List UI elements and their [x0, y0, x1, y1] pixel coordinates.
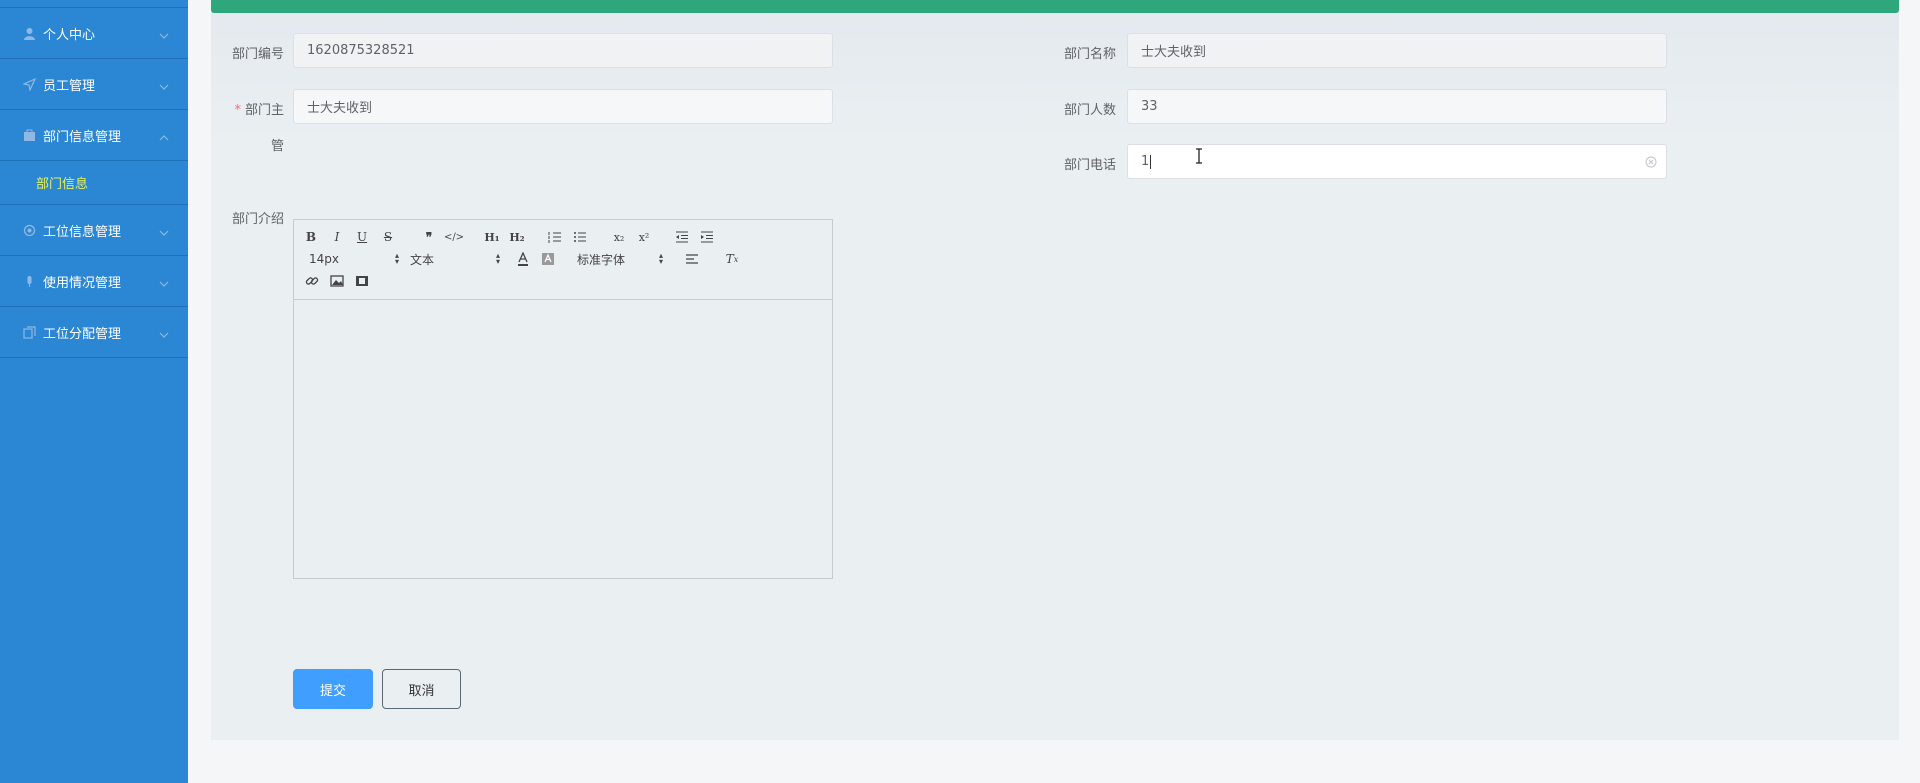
top-accent-bar	[211, 0, 1899, 13]
dept-name-value: 士大夫收到	[1141, 45, 1207, 60]
clear-format-icon[interactable]: Tx	[723, 251, 741, 267]
video-icon[interactable]	[353, 273, 371, 289]
dept-no-label: 部门编号	[231, 47, 284, 62]
text-caret	[1150, 154, 1152, 169]
subscript-icon[interactable]: x₂	[610, 229, 628, 245]
dept-count-label: 部门人数	[1063, 103, 1116, 118]
image-icon[interactable]	[328, 273, 346, 289]
chevron-down-icon	[158, 27, 170, 39]
font-family-select[interactable]: 标准字体 ▴ ▾	[577, 251, 663, 267]
text-type-select[interactable]: 文本 ▴ ▾	[410, 251, 500, 267]
sidebar: 个人中心 员工管理 部门信息管理 部门信息 工位信息管理 使用情况管理 工位分配…	[0, 0, 188, 783]
text-type-value: 文本	[410, 252, 435, 267]
dept-name-label: 部门名称	[1063, 47, 1116, 62]
gear-icon	[22, 223, 37, 238]
dept-head-value: 士大夫收到	[307, 101, 373, 116]
heading2-icon[interactable]: H₂	[508, 229, 526, 245]
dept-head-input[interactable]: 士大夫收到	[293, 89, 833, 124]
sidebar-item-personal-center[interactable]: 个人中心	[0, 8, 188, 59]
dept-phone-input[interactable]: 1	[1127, 144, 1667, 179]
sidebar-item-workstation-info-management[interactable]: 工位信息管理	[0, 205, 188, 256]
bullet-list-icon[interactable]	[571, 229, 589, 245]
indent-icon[interactable]	[698, 229, 716, 245]
copy-icon	[22, 325, 37, 340]
font-color-icon[interactable]	[514, 251, 532, 267]
blockquote-icon[interactable]: ❞	[420, 229, 438, 245]
superscript-icon[interactable]: x²	[635, 229, 653, 245]
sidebar-item-label: 工位分配管理	[43, 326, 122, 342]
send-icon	[22, 77, 37, 92]
font-size-value: 14px	[309, 252, 339, 266]
cancel-button[interactable]: 取消	[382, 669, 461, 709]
sidebar-item-department-info-management[interactable]: 部门信息管理	[0, 110, 188, 161]
chevron-down-icon	[158, 326, 170, 338]
dept-phone-value: 1	[1141, 154, 1150, 169]
microphone-icon	[22, 274, 37, 289]
editor-content-area[interactable]	[294, 300, 832, 578]
rich-text-editor: B I U S ❞ </> H₁ H₂ x₂ x² 14px ▴ ▾ 文本 ▴ ▾	[293, 219, 833, 579]
submit-button[interactable]: 提交	[293, 669, 373, 709]
select-arrows-icon: ▴ ▾	[658, 251, 663, 266]
sidebar-item-label: 使用情况管理	[43, 275, 122, 291]
chevron-up-icon	[158, 129, 170, 141]
ordered-list-icon[interactable]	[546, 229, 564, 245]
dept-count-value: 33	[1141, 99, 1158, 114]
link-icon[interactable]	[303, 273, 321, 289]
sidebar-subitem-department-info[interactable]: 部门信息	[0, 161, 188, 205]
strikethrough-icon[interactable]: S	[379, 229, 397, 245]
chevron-down-icon	[158, 275, 170, 287]
font-size-select[interactable]: 14px ▴ ▾	[309, 251, 399, 267]
user-icon	[22, 26, 37, 41]
font-family-value: 标准字体	[577, 252, 626, 267]
dept-name-input[interactable]: 士大夫收到	[1127, 33, 1667, 68]
clear-icon[interactable]	[1645, 156, 1657, 168]
sidebar-item-workstation-allocation-management[interactable]: 工位分配管理	[0, 307, 188, 358]
dept-head-label-text: 部门主	[244, 103, 284, 118]
outdent-icon[interactable]	[673, 229, 691, 245]
sidebar-subitem-label: 部门信息	[36, 177, 89, 192]
heading1-icon[interactable]: H₁	[483, 229, 501, 245]
sidebar-item-label: 工位信息管理	[43, 224, 122, 240]
bold-icon[interactable]: B	[302, 229, 320, 245]
sidebar-item-usage-management[interactable]: 使用情况管理	[0, 256, 188, 307]
dept-intro-label: 部门介绍	[231, 212, 284, 227]
sidebar-item-label: 部门信息管理	[43, 129, 122, 145]
sidebar-item-label: 员工管理	[43, 78, 96, 94]
editor-toolbar: B I U S ❞ </> H₁ H₂ x₂ x² 14px ▴ ▾ 文本 ▴ ▾	[294, 220, 832, 300]
select-arrows-icon: ▴ ▾	[495, 251, 500, 266]
align-icon[interactable]	[683, 251, 701, 267]
sidebar-item-employee-management[interactable]: 员工管理	[0, 59, 188, 110]
select-arrows-icon: ▴ ▾	[394, 251, 399, 266]
dept-head-label-wrap: 管	[270, 139, 284, 154]
underline-icon[interactable]: U	[353, 229, 371, 245]
chevron-down-icon	[158, 78, 170, 90]
italic-icon[interactable]: I	[328, 229, 346, 245]
background-color-icon[interactable]	[539, 251, 557, 267]
chevron-down-icon	[158, 224, 170, 236]
sidebar-item-label: 个人中心	[43, 27, 96, 43]
dept-count-input[interactable]: 33	[1127, 89, 1667, 124]
dept-no-value: 1620875328521	[307, 43, 415, 58]
dept-no-input[interactable]: 1620875328521	[293, 33, 833, 68]
briefcase-icon	[22, 128, 37, 143]
dept-head-label: * 部门主	[220, 99, 284, 118]
sidebar-top-divider	[0, 0, 188, 8]
ibeam-cursor-icon	[1194, 148, 1204, 164]
dept-phone-label: 部门电话	[1063, 158, 1116, 173]
required-asterisk: *	[234, 103, 241, 118]
code-icon[interactable]: </>	[444, 229, 464, 245]
